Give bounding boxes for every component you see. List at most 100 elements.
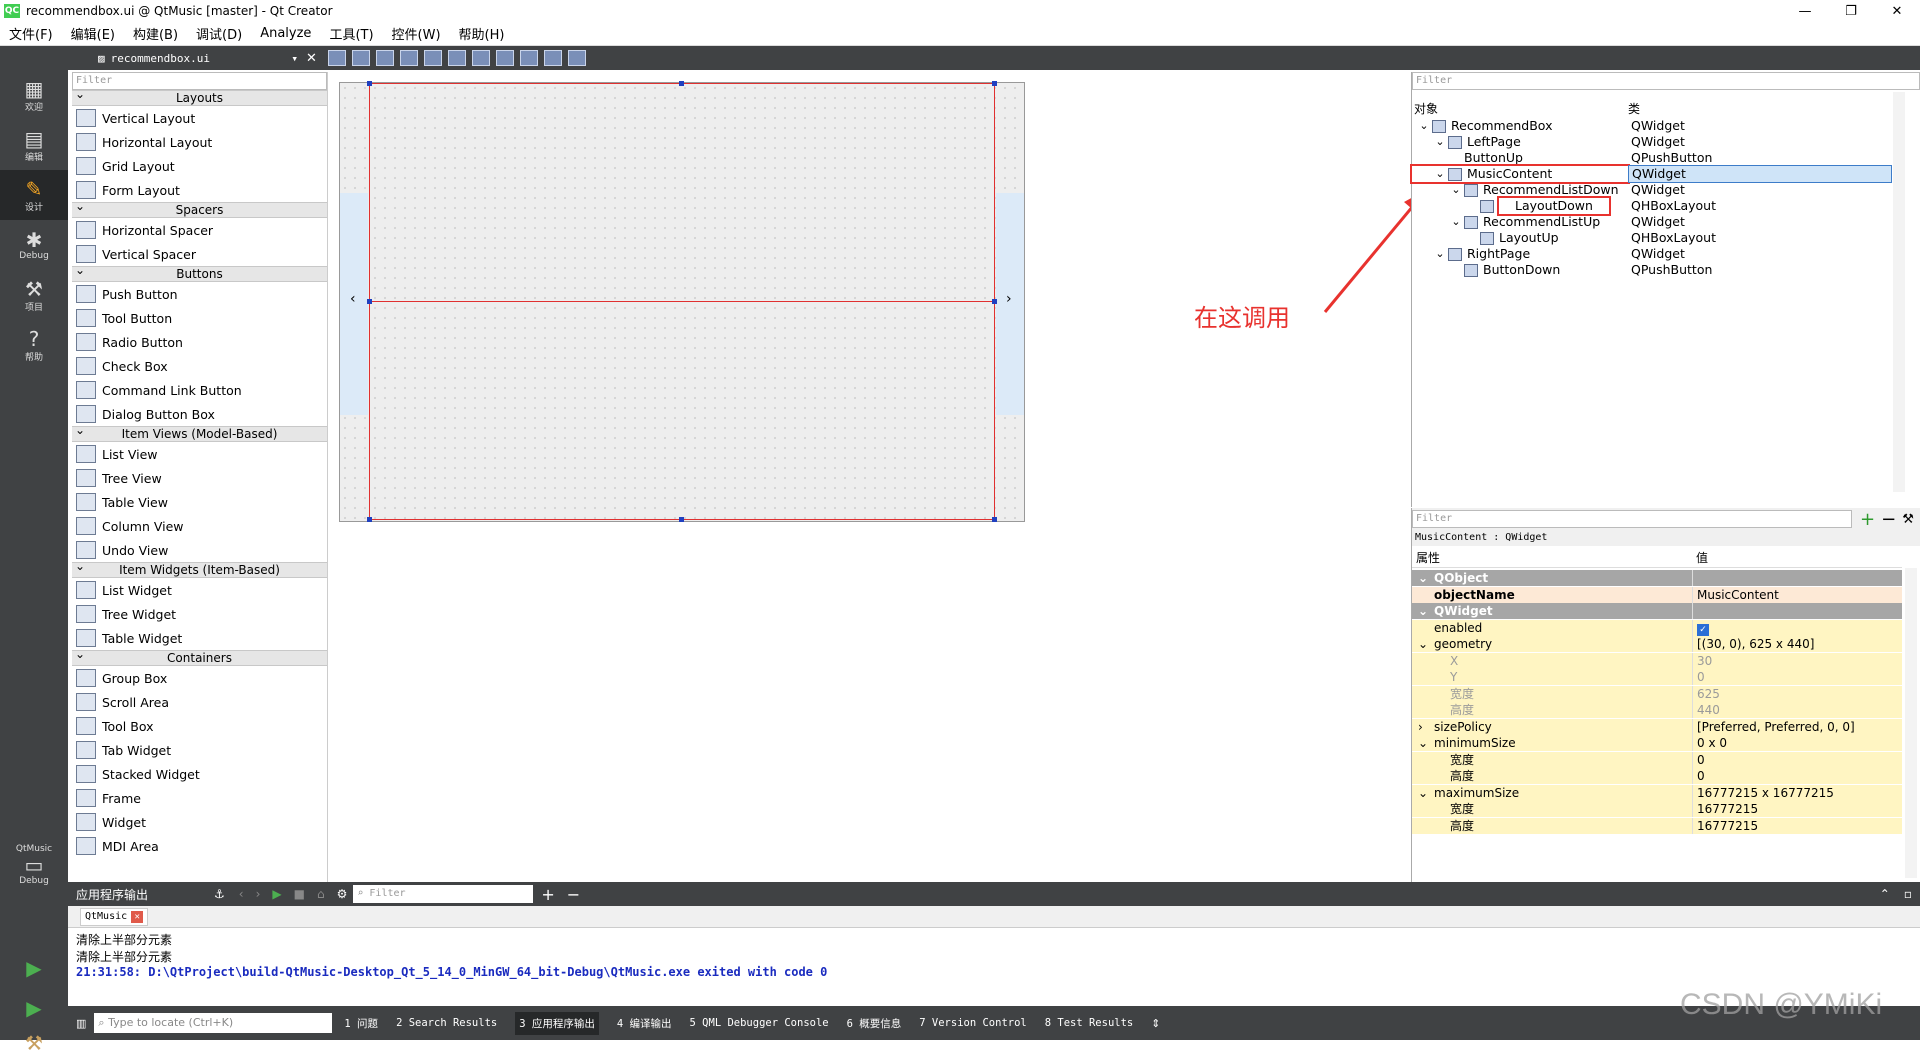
widget-item[interactable]: Horizontal Spacer (72, 218, 327, 242)
property-value[interactable]: 625 (1692, 685, 1902, 702)
widget-item[interactable]: Table View (72, 490, 327, 514)
widget-category[interactable]: Item Widgets (Item-Based) (72, 559, 327, 578)
mode-help[interactable]: ? 帮助 (0, 320, 68, 370)
resize-handle[interactable] (992, 81, 997, 86)
toggle-sidebar-icon[interactable]: ▥ (76, 1017, 86, 1030)
status-tab-compile-output[interactable]: 4 编译输出 (617, 1016, 672, 1031)
object-tree-row[interactable]: ⌄ RecommendListUp QWidget (1412, 214, 1892, 230)
property-row[interactable]: Y0 (1412, 669, 1902, 685)
output-tab-qtmusic[interactable]: QtMusic ✕ (80, 907, 149, 926)
enabled-checkbox[interactable]: ✓ (1697, 623, 1709, 636)
property-row[interactable]: ⌄ geometry [(30, 0), 625 x 440] (1412, 636, 1902, 652)
expand-chevron-icon[interactable]: ⌄ (1418, 603, 1428, 619)
file-selector[interactable]: ▨ recommendbox.ui ▾ (98, 52, 298, 65)
property-row[interactable]: 高度 440 (1412, 702, 1902, 718)
clean-icon[interactable]: ⌂ (317, 887, 325, 901)
status-tab-version-control[interactable]: 7 Version Control (919, 1017, 1026, 1029)
expand-chevron-icon[interactable]: ⌄ (1448, 182, 1464, 198)
object-tree-row[interactable]: ⌄ RecommendListDown QWidget (1412, 182, 1892, 198)
widget-item[interactable]: Push Button (72, 282, 327, 306)
property-row[interactable]: ⌄ maximumSize 16777215 x 16777215 (1412, 784, 1902, 801)
property-value[interactable]: [Preferred, Preferred, 0, 0] (1692, 718, 1902, 735)
menu-debug[interactable]: 调试(D) (187, 24, 251, 43)
edit-widgets-icon[interactable] (327, 50, 346, 66)
mode-debug[interactable]: ✱ Debug (0, 220, 68, 270)
break-layout-icon[interactable] (567, 50, 586, 66)
widget-item[interactable]: Check Box (72, 354, 327, 378)
status-tab-app-output[interactable]: 3 应用程序输出 (515, 1011, 599, 1035)
property-value[interactable]: 0 (1692, 768, 1902, 784)
maximize-pane-icon[interactable]: ⌃ (1880, 887, 1890, 901)
object-tree-row[interactable]: LayoutDown QHBoxLayout (1412, 196, 1892, 216)
menu-help[interactable]: 帮助(H) (450, 24, 514, 43)
resize-handle[interactable] (679, 517, 684, 522)
prev-icon[interactable]: ‹ (239, 887, 244, 901)
property-value[interactable]: 16777215 (1692, 817, 1902, 834)
layout-h-splitter-icon[interactable] (471, 50, 490, 66)
property-row[interactable]: 高度 0 (1412, 768, 1902, 784)
object-tree-row[interactable]: ⌄ RightPage QWidget (1412, 246, 1892, 262)
widget-item[interactable]: Tab Widget (72, 738, 327, 762)
output-filter-input[interactable]: ⌕ Filter (353, 885, 534, 903)
property-row[interactable]: 高度 16777215 (1412, 817, 1902, 834)
expand-chevron-icon[interactable]: ⌄ (1418, 735, 1428, 751)
widget-item[interactable]: Frame (72, 786, 327, 810)
property-row[interactable]: 宽度 625 (1412, 685, 1902, 702)
property-value[interactable] (1692, 570, 1902, 586)
expand-chevron-icon[interactable]: ⌄ (1416, 118, 1432, 134)
property-row[interactable]: X 30 (1412, 652, 1902, 669)
close-button[interactable]: ✕ (1874, 0, 1920, 22)
minimize-button[interactable]: — (1782, 0, 1828, 22)
more-tabs-icon[interactable]: ⇕ (1151, 1017, 1160, 1030)
close-file-icon[interactable]: ✕ (306, 51, 317, 66)
resize-handle[interactable] (992, 299, 997, 304)
property-value[interactable]: MusicContent (1692, 586, 1902, 603)
expand-chevron-icon[interactable]: ⌄ (1448, 214, 1464, 230)
widget-item[interactable]: Undo View (72, 538, 327, 562)
widget-category[interactable]: Containers (72, 647, 327, 666)
object-scrollbar[interactable] (1893, 92, 1905, 492)
property-value[interactable]: [(30, 0), 625 x 440] (1692, 636, 1902, 652)
widget-item[interactable]: Tree Widget (72, 602, 327, 626)
settings-gear-icon[interactable]: ⚙ (337, 887, 348, 901)
property-value[interactable]: ✓ (1692, 619, 1902, 636)
widget-item[interactable]: Vertical Layout (72, 106, 327, 130)
widget-item[interactable]: Grid Layout (72, 154, 327, 178)
wrench-icon[interactable]: ⚒ (1902, 512, 1914, 527)
property-row[interactable]: enabled ✓ (1412, 619, 1902, 636)
widget-item[interactable]: Stacked Widget (72, 762, 327, 786)
expand-chevron-icon[interactable]: ⌄ (1432, 246, 1448, 262)
property-value[interactable]: 16777215 (1692, 801, 1902, 817)
widget-item[interactable]: Dialog Button Box (72, 402, 327, 426)
expand-chevron-icon[interactable]: › (1418, 719, 1423, 735)
widget-item[interactable]: Scroll Area (72, 690, 327, 714)
layout-form-icon[interactable] (543, 50, 562, 66)
run-button[interactable]: ▶ (0, 950, 68, 986)
next-icon[interactable]: › (256, 887, 261, 901)
status-tab-qml-debugger[interactable]: 5 QML Debugger Console (690, 1017, 829, 1029)
edit-tab-order-icon[interactable] (399, 50, 418, 66)
property-row[interactable]: ⌄ minimumSize 0 x 0 (1412, 735, 1902, 751)
add-property-icon[interactable]: + (1860, 509, 1875, 530)
widget-item[interactable]: List Widget (72, 578, 327, 602)
expand-chevron-icon[interactable]: ⌄ (1418, 636, 1428, 652)
zoom-out-icon[interactable]: − (567, 885, 580, 904)
property-value[interactable]: 16777215 x 16777215 (1692, 784, 1902, 801)
widget-item[interactable]: Tool Box (72, 714, 327, 738)
resize-handle[interactable] (367, 299, 372, 304)
locator-input[interactable]: ⌕ Type to locate (Ctrl+K) (94, 1013, 333, 1033)
object-tree-row[interactable]: ButtonDown QPushButton (1412, 262, 1892, 278)
menu-analyze[interactable]: Analyze (251, 26, 320, 41)
widget-item[interactable]: Tree View (72, 466, 327, 490)
mode-design[interactable]: ✎ 设计 (0, 170, 68, 220)
widget-filter-input[interactable]: Filter (72, 72, 327, 90)
menu-tools[interactable]: 工具(T) (320, 24, 382, 43)
build-button[interactable]: ⚒ (0, 1028, 68, 1058)
status-tab-search-results[interactable]: 2 Search Results (396, 1017, 497, 1029)
widget-item[interactable]: List View (72, 442, 327, 466)
widget-category[interactable]: Buttons (72, 263, 327, 282)
widget-item[interactable]: MDI Area (72, 834, 327, 858)
widget-item[interactable]: Table Widget (72, 626, 327, 650)
edit-buddies-icon[interactable] (375, 50, 394, 66)
debug-run-button[interactable]: ▶ (0, 990, 68, 1026)
